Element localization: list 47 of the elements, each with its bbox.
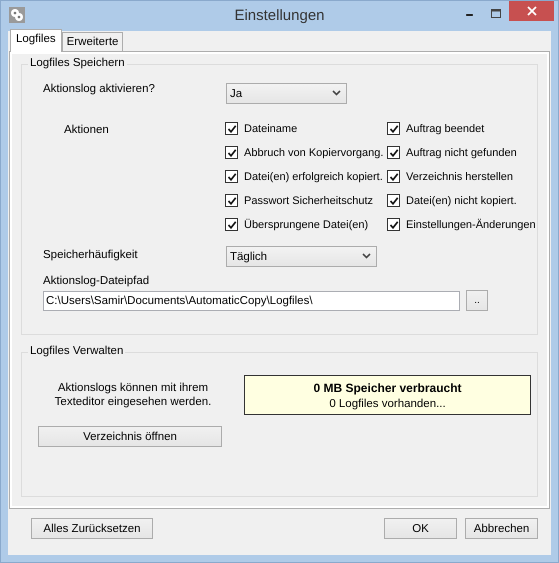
group-title: Logfiles Speichern xyxy=(28,57,127,69)
field-label: Aktionen xyxy=(63,123,110,136)
group-title: Logfiles Verwalten xyxy=(28,345,126,357)
checkbox[interactable]: Datei(en) nicht kopiert. xyxy=(387,193,537,208)
ok-button[interactable]: OK xyxy=(384,518,457,539)
caret-icon xyxy=(362,253,371,259)
browse-button[interactable]: .. xyxy=(466,290,488,311)
checkbox[interactable]: Dateiname xyxy=(225,121,387,136)
caret-icon xyxy=(332,90,341,96)
check-icon xyxy=(226,172,236,182)
hint-text: Aktionslogs können mit ihrem Texteditor eingesehen werden. xyxy=(54,381,212,409)
check-icon xyxy=(388,220,398,230)
check-icon xyxy=(226,148,236,158)
checkbox[interactable]: Verzeichnis herstellen xyxy=(387,169,537,184)
reset-button[interactable]: Alles Zurücksetzen xyxy=(31,518,153,539)
field-label: Speicherhäufigkeit xyxy=(43,248,139,261)
check-icon xyxy=(388,148,398,158)
tab[interactable]: Logfiles xyxy=(10,29,62,52)
check-icon xyxy=(226,196,236,206)
tab[interactable]: Erweiterte xyxy=(62,32,124,51)
field-label: Aktionslog-Dateipfad xyxy=(43,275,150,287)
app-icon xyxy=(9,7,25,23)
count-text: 0 Logfiles vorhanden... xyxy=(329,398,446,410)
check-icon xyxy=(388,196,398,206)
maximize-icon[interactable] xyxy=(491,9,501,18)
window-title: Einstellungen xyxy=(234,7,325,24)
field-label: Aktionslog aktivieren? xyxy=(43,83,156,95)
check-icon xyxy=(388,172,398,182)
checkbox[interactable]: Auftrag beendet xyxy=(387,121,537,136)
checkbox[interactable]: Übersprungene Datei(en) xyxy=(225,217,387,232)
dropdown[interactable]: Täglich xyxy=(226,246,377,267)
checkbox[interactable]: Abbruch von Kopiervorgang. xyxy=(225,145,387,160)
check-icon xyxy=(226,220,236,230)
close-button[interactable] xyxy=(509,1,554,21)
checkbox[interactable]: Auftrag nicht gefunden xyxy=(387,145,537,160)
check-icon xyxy=(388,124,398,134)
checkbox[interactable]: Einstellungen-Änderungen xyxy=(387,217,537,232)
checkbox[interactable]: Passwort Sicherheitschutz xyxy=(225,193,387,208)
minimize-icon[interactable] xyxy=(465,14,474,16)
checkbox[interactable]: Datei(en) erfolgreich kopiert. xyxy=(225,169,387,184)
dropdown[interactable]: Ja xyxy=(226,83,347,104)
close-icon[interactable] xyxy=(526,6,536,16)
open-folder-button[interactable]: Verzeichnis öffnen xyxy=(38,426,222,447)
check-icon xyxy=(226,124,236,134)
path-field[interactable]: C:\Users\Samir\Documents\AutomaticCopy\Logfiles\ xyxy=(43,290,460,310)
usage-text: 0 MB Speicher verbraucht xyxy=(313,380,462,394)
cancel-button[interactable]: Abbrechen xyxy=(465,518,538,539)
